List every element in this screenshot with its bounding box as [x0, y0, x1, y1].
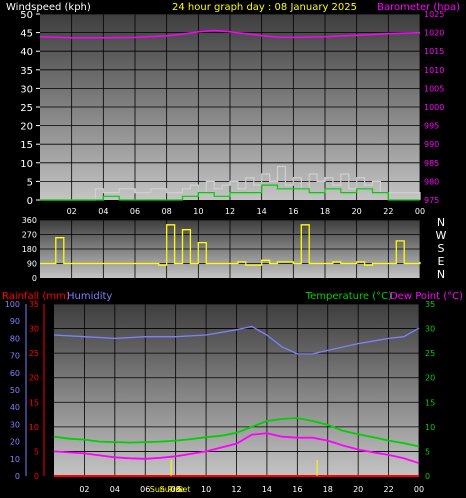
temperature-tick-label: 10	[425, 423, 435, 432]
humidity-tick-label: 40	[10, 403, 20, 412]
temperature-tick-label: 35	[425, 300, 435, 309]
humidity-tick-label: 60	[10, 369, 20, 378]
hour-tick-label: 14	[262, 485, 272, 494]
temperature-x-ticks: 02 04 06 08 10 12 14 16 18 20 22 00	[79, 485, 424, 494]
hour-tick-label: 00	[414, 485, 424, 494]
barometer-tick-label: 975	[424, 196, 439, 205]
compass-letter: N	[437, 268, 445, 281]
rainfall-tick-label: 15	[29, 398, 39, 407]
compass-letters: NWSEN	[436, 216, 447, 281]
humidity-tick-label: 20	[10, 438, 20, 447]
barometer-tick-label: 980	[424, 177, 439, 186]
humidity-tick-label: 30	[10, 420, 20, 429]
hour-tick-label: 18	[323, 485, 333, 494]
barometer-tick-label: 985	[424, 159, 439, 168]
temperature-tick-label: 15	[425, 398, 435, 407]
hour-tick-label: 12	[225, 207, 235, 216]
humidity-tick-label: 0	[15, 472, 20, 481]
windspeed-tick-label: 10	[20, 159, 33, 170]
barometer-tick-label: 990	[424, 140, 439, 149]
windspeed-axis-title: Windspeed (kph)	[6, 2, 91, 13]
windspeed-tick-label: 5	[27, 177, 33, 188]
temperature-y-ticks: 0 5 10 15 20 25 30 35	[425, 300, 435, 481]
hour-tick-label: 08	[162, 207, 172, 216]
windspeed-y-ticks: 0 5 10 15 20 25 30 35 40 45 50	[20, 10, 33, 207]
barometer-tick-label: 1025	[424, 10, 444, 19]
direction-y-ticks: 0 90 180 270 360	[22, 216, 37, 283]
rainfall-tick-label: 10	[29, 423, 39, 432]
hour-tick-label: 12	[231, 485, 241, 494]
compass-letter: N	[437, 216, 445, 229]
barometer-y-ticks: 975 980 985 990 995 1000 1005 1010 1015 1020 1025	[424, 10, 444, 205]
temperature-tick-label: 0	[425, 472, 430, 481]
rainfall-tick-label: 0	[34, 472, 39, 481]
compass-letter: S	[438, 242, 445, 255]
direction-tick-label: 0	[32, 274, 37, 283]
humidity-tick-label: 50	[10, 386, 20, 395]
hour-tick-label: 10	[201, 485, 211, 494]
temperature-axis-title: Temperature (°C)	[305, 291, 392, 302]
graph-date-title: 24 hour graph day : 08 January 2025	[172, 2, 357, 13]
compass-letter: E	[438, 255, 445, 268]
windspeed-tick-label: 15	[20, 140, 33, 151]
windspeed-tick-label: 20	[20, 122, 33, 133]
windspeed-tick-label: 25	[20, 103, 33, 114]
hour-tick-label: 16	[288, 207, 298, 216]
humidity-axis-title: Humidity	[67, 291, 112, 302]
compass-letter: W	[436, 229, 447, 242]
windspeed-tick-label: 30	[20, 84, 33, 95]
direction-tick-label: 180	[22, 245, 37, 254]
windspeed-tick-label: 0	[27, 196, 33, 207]
rainfall-tick-label: 35	[29, 300, 39, 309]
rainfall-tick-label: 20	[29, 374, 39, 383]
windspeed-tick-label: 45	[20, 29, 33, 40]
hour-tick-label: 02	[67, 207, 77, 216]
barometer-tick-label: 995	[424, 122, 439, 131]
wind-x-ticks: 02 04 06 08 10 12 14 16 18 20 22 00	[67, 207, 426, 216]
hour-tick-label: 04	[98, 207, 108, 216]
hour-tick-label: 06	[130, 207, 140, 216]
hour-tick-label: 20	[352, 207, 362, 216]
direction-tick-label: 90	[27, 260, 37, 269]
hour-tick-label: 00	[415, 207, 425, 216]
barometer-tick-label: 1010	[424, 66, 444, 75]
hour-tick-label: 16	[292, 485, 302, 494]
barometer-tick-label: 1015	[424, 47, 444, 56]
temperature-tick-label: 20	[425, 374, 435, 383]
rainfall-tick-label: 25	[29, 349, 39, 358]
weather-charts: Windspeed (kph) 24 hour graph day : 08 J…	[2, 2, 463, 494]
hour-tick-label: 22	[383, 485, 393, 494]
hour-tick-label: 18	[320, 207, 330, 216]
humidity-tick-label: 80	[10, 334, 20, 343]
humidity-tick-label: 90	[10, 317, 20, 326]
windspeed-tick-label: 40	[20, 47, 33, 58]
barometer-tick-label: 1005	[424, 84, 444, 93]
temperature-tick-label: 25	[425, 349, 435, 358]
rainfall-tick-label: 30	[29, 325, 39, 334]
hour-tick-label: 04	[110, 485, 120, 494]
hour-tick-label: 10	[193, 207, 203, 216]
barometer-tick-label: 1000	[424, 103, 444, 112]
humidity-tick-label: 70	[10, 352, 20, 361]
humidity-tick-label: 10	[10, 455, 20, 464]
hour-tick-label: 14	[257, 207, 267, 216]
hour-tick-label: 02	[79, 485, 89, 494]
temperature-tick-label: 5	[425, 447, 430, 456]
barometer-axis-title: Barometer (hpa)	[377, 2, 460, 13]
temperature-tick-label: 30	[425, 325, 435, 334]
windspeed-tick-label: 50	[20, 10, 33, 21]
sunset-label: Sun Set	[160, 485, 191, 494]
direction-tick-label: 360	[22, 216, 37, 225]
humidity-tick-label: 100	[5, 300, 20, 309]
rainfall-tick-label: 5	[34, 447, 39, 456]
windspeed-tick-label: 35	[20, 66, 33, 77]
humidity-y-ticks: 0 10 20 30 40 50 60 70 80 90 100	[5, 300, 27, 481]
hour-tick-label: 20	[353, 485, 363, 494]
hour-tick-label: 22	[383, 207, 393, 216]
direction-tick-label: 270	[22, 231, 37, 240]
rainfall-y-ticks: 0 5 10 15 20 25 30 35	[29, 300, 45, 481]
barometer-tick-label: 1020	[424, 29, 444, 38]
